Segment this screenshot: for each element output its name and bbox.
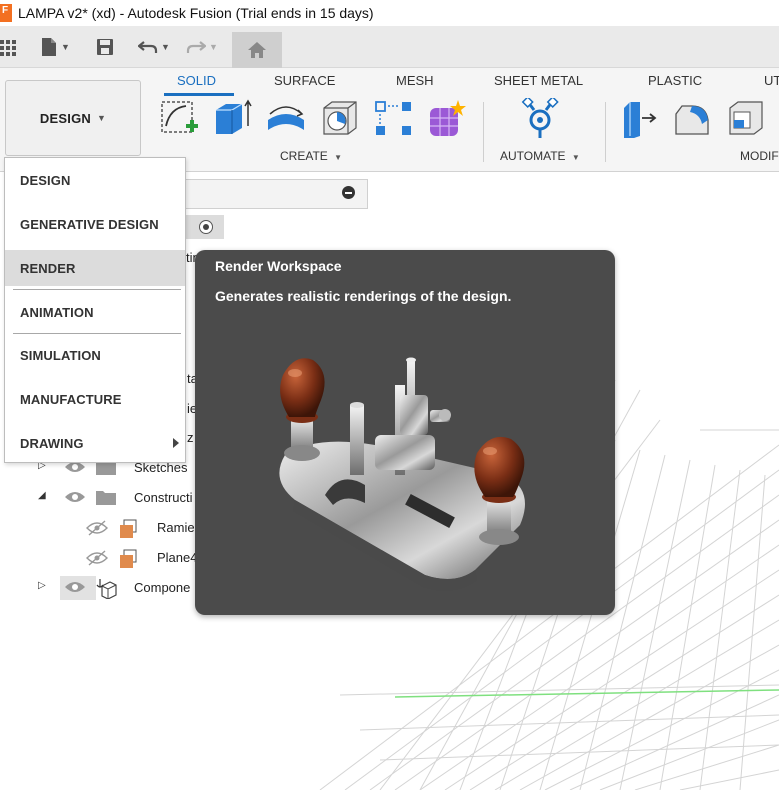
radio-icon[interactable] [198, 219, 214, 235]
create-group-dropdown[interactable]: CREATE ▼ [280, 149, 342, 163]
menu-item-drawing[interactable]: DRAWING [5, 425, 185, 461]
revolve-icon[interactable] [266, 98, 306, 140]
tooltip-description: Generates realistic renderings of the de… [215, 288, 512, 304]
tab-mesh[interactable]: MESH [396, 73, 434, 88]
eye-icon[interactable] [64, 490, 86, 504]
tree-item-label: Constructi [134, 490, 193, 505]
menu-item-generative-design[interactable]: GENERATIVE DESIGN [5, 206, 185, 242]
component-icon [96, 579, 117, 599]
tab-plastic[interactable]: PLASTIC [648, 73, 702, 88]
chevron-down-icon: ▼ [161, 42, 170, 52]
tooltip-title: Render Workspace [215, 258, 342, 274]
shell-icon[interactable] [726, 98, 766, 140]
file-icon [42, 38, 56, 56]
chevron-right-icon [173, 438, 179, 448]
redo-button[interactable]: ▼ [186, 35, 218, 59]
tree-item-ramie[interactable]: Ramie [0, 514, 200, 542]
file-menu-button[interactable]: ▼ [40, 35, 70, 59]
fusion-logo-icon [0, 4, 12, 22]
construction-plane-icon [120, 549, 137, 568]
browser-partial-label: z [187, 430, 194, 445]
tree-item-plane4[interactable]: Plane4 [0, 544, 200, 572]
menu-item-animation[interactable]: ANIMATION [5, 294, 185, 330]
save-icon [97, 39, 113, 55]
ribbon-divider [483, 102, 484, 162]
apps-grid-button[interactable] [0, 35, 20, 59]
eye-hidden-icon[interactable] [86, 550, 108, 566]
quick-access-toolbar: ▼ ▼ ▼ [0, 26, 779, 68]
undo-button[interactable]: ▼ [138, 35, 170, 59]
tree-item-label: Compone [134, 580, 191, 595]
tree-item-construction[interactable]: ◢ Constructi [0, 484, 200, 512]
folder-icon [96, 491, 116, 505]
window-title: LAMPA v2* (xd) - Autodesk Fusion (Trial … [18, 5, 374, 21]
menu-item-label: DRAWING [20, 435, 84, 451]
hole-icon[interactable] [320, 98, 360, 140]
tree-item-label: Plane4 [157, 550, 198, 565]
form-icon[interactable] [428, 98, 468, 140]
chevron-down-icon: ▼ [571, 153, 580, 162]
press-pull-icon[interactable] [620, 98, 660, 140]
pattern-icon[interactable] [374, 98, 414, 140]
tree-item-label: Ramie [157, 520, 195, 535]
workspace-tooltip: Render Workspace Generates realistic ren… [195, 250, 615, 615]
automate-group-dropdown[interactable]: AUTOMATE ▼ [500, 149, 580, 163]
home-icon [248, 42, 266, 58]
menu-divider [13, 289, 181, 290]
eye-hidden-icon[interactable] [86, 520, 108, 536]
workspace-label: DESIGN [39, 110, 91, 126]
save-button[interactable] [96, 35, 114, 59]
active-tab-indicator [164, 93, 234, 96]
menu-item-manufacture[interactable]: MANUFACTURE [5, 381, 185, 417]
tab-sheet-metal[interactable]: SHEET METAL [494, 73, 583, 88]
menu-item-design[interactable]: DESIGN [5, 162, 185, 198]
grid-icon [0, 40, 16, 56]
menu-item-simulation[interactable]: SIMULATION [5, 337, 185, 373]
create-sketch-icon[interactable] [160, 98, 200, 140]
collapse-panel-icon[interactable] [342, 186, 355, 199]
automate-icon[interactable] [520, 98, 560, 140]
undo-icon [138, 41, 158, 53]
menu-item-render[interactable]: RENDER [5, 250, 185, 286]
redo-icon [186, 41, 206, 53]
ribbon-divider [605, 102, 606, 162]
eye-icon[interactable] [64, 580, 86, 594]
title-bar: LAMPA v2* (xd) - Autodesk Fusion (Trial … [0, 0, 779, 26]
chevron-down-icon: ▼ [61, 42, 70, 52]
tree-item-components[interactable]: ▷ Compone [0, 574, 200, 602]
menu-divider [13, 333, 181, 334]
tab-utilities[interactable]: UT [764, 73, 779, 88]
tab-surface[interactable]: SURFACE [274, 73, 335, 88]
fillet-icon[interactable] [672, 98, 712, 140]
expand-arrow-icon[interactable]: ▷ [38, 580, 46, 591]
collapse-arrow-icon[interactable]: ◢ [38, 490, 46, 501]
tab-solid[interactable]: SOLID [177, 73, 216, 88]
workspace-menu: DESIGN GENERATIVE DESIGN RENDER ANIMATIO… [4, 157, 186, 463]
workspace-switcher-button[interactable]: DESIGN ▼ [5, 80, 141, 156]
extrude-icon[interactable] [212, 98, 252, 140]
construction-plane-icon [120, 519, 137, 538]
chevron-down-icon: ▼ [209, 42, 218, 52]
router-plane-render-image [279, 357, 525, 591]
modify-group-dropdown[interactable]: MODIF [740, 149, 779, 163]
home-tab[interactable] [232, 32, 282, 68]
chevron-down-icon: ▼ [96, 113, 107, 123]
chevron-down-icon: ▼ [334, 153, 343, 162]
